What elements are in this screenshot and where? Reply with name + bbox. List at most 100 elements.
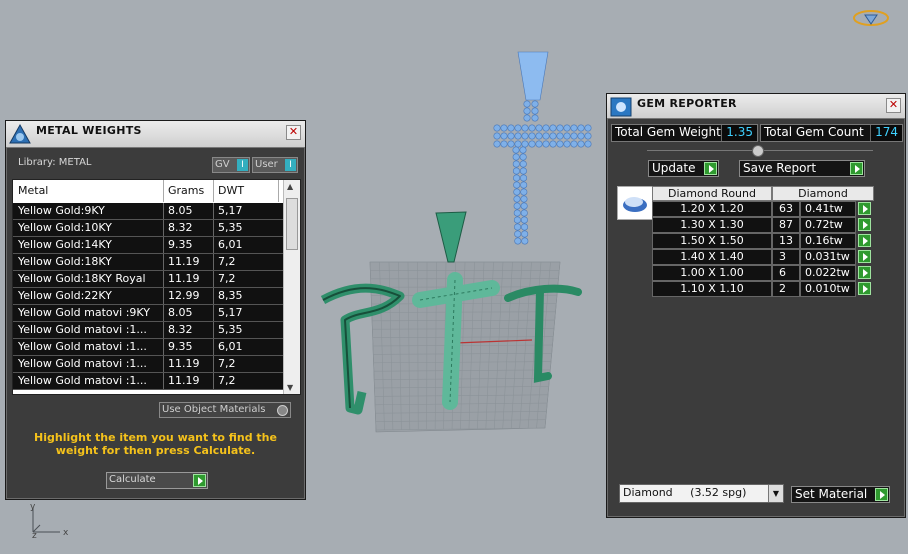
gem-row-select-button[interactable] — [856, 201, 874, 217]
axis-label-z: z — [32, 531, 37, 541]
scroll-thumb[interactable] — [286, 198, 298, 250]
use-object-materials-option[interactable]: Use Object Materials — [159, 402, 291, 418]
user-toggle-knob: I — [285, 159, 296, 171]
grams-cell: 12.99 — [168, 289, 200, 302]
total-gem-weight-value: 1.35 — [721, 125, 757, 141]
scroll-down-icon[interactable]: ▼ — [287, 383, 293, 392]
dwt-cell: 8,35 — [218, 289, 243, 302]
metal-name-cell: Yellow Gold matovi :1... — [18, 323, 147, 336]
calculate-button[interactable]: Calculate — [106, 472, 208, 489]
gem-row-select-button[interactable] — [856, 233, 874, 249]
update-button[interactable]: Update — [648, 160, 719, 177]
gem-table-row[interactable]: 1.50 X 1.50 13 0.16tw — [652, 233, 874, 249]
metal-close-button[interactable]: ✕ — [286, 125, 301, 140]
play-arrow-icon — [858, 218, 871, 231]
gem-table-row[interactable]: 1.30 X 1.30 87 0.72tw — [652, 217, 874, 233]
col-header-metal[interactable]: Metal — [18, 184, 48, 197]
grams-cell: 8.32 — [168, 323, 193, 336]
calculate-label: Calculate — [109, 474, 156, 485]
play-arrow-icon — [858, 202, 871, 215]
gem-weight-cell: 0.41tw — [800, 201, 856, 217]
metal-name-cell: Yellow Gold matovi :1... — [18, 357, 147, 370]
gem-row-select-button[interactable] — [856, 217, 874, 233]
play-arrow-icon — [858, 282, 871, 295]
gem-weight-cell: 0.010tw — [800, 281, 856, 297]
gem-col-material: Diamond — [772, 186, 874, 201]
diamond-round-thumbnail — [617, 186, 653, 220]
play-arrow-icon — [875, 488, 888, 501]
play-arrow-icon — [858, 250, 871, 263]
metal-table-row[interactable]: Yellow Gold:9KY 8.05 5,17 — [13, 203, 283, 220]
gem-table-row[interactable]: 1.00 X 1.00 6 0.022tw — [652, 265, 874, 281]
play-arrow-icon — [858, 266, 871, 279]
metal-table-row[interactable]: Yellow Gold:18KY 11.19 7,2 — [13, 254, 283, 271]
metal-weights-table[interactable]: Metal Grams DWT Yellow Gold:9KY 8.05 5,17 Y… — [12, 179, 301, 395]
dwt-cell: 5,17 — [218, 204, 243, 217]
play-arrow-icon — [850, 162, 863, 175]
grams-cell: 8.32 — [168, 221, 193, 234]
library-label: Library: METAL — [18, 157, 92, 168]
gem-close-button[interactable]: ✕ — [886, 98, 901, 113]
gem-table-row[interactable]: 1.20 X 1.20 63 0.41tw — [652, 201, 874, 217]
metal-table-row[interactable]: Yellow Gold:18KY Royal 11.19 7,2 — [13, 271, 283, 288]
calculate-hint: Highlight the item you want to find the … — [34, 431, 277, 457]
grams-cell: 9.35 — [168, 238, 193, 251]
set-material-button[interactable]: Set Material — [791, 486, 890, 503]
metal-table-row[interactable]: Yellow Gold matovi :1... 11.19 7,2 — [13, 356, 283, 373]
gem-size-cell: 1.30 X 1.30 — [652, 217, 772, 233]
gem-panel-header[interactable]: GEM REPORTER ✕ — [607, 94, 905, 119]
divider-knob-icon[interactable] — [752, 145, 764, 157]
metal-table-row[interactable]: Yellow Gold:14KY 9.35 6,01 — [13, 237, 283, 254]
grams-cell: 11.19 — [168, 272, 200, 285]
metal-table-row[interactable]: Yellow Gold matovi :1... 11.19 7,2 — [13, 373, 283, 390]
metal-table-row[interactable]: Yellow Gold:10KY 8.32 5,35 — [13, 220, 283, 237]
dwt-cell: 7,2 — [218, 374, 236, 387]
gem-size-cell: 1.50 X 1.50 — [652, 233, 772, 249]
gem-count-cell: 6 — [772, 265, 800, 281]
metal-panel-title: METAL WEIGHTS — [36, 124, 142, 137]
gem-row-select-button[interactable] — [856, 249, 874, 265]
scroll-up-icon[interactable]: ▲ — [287, 182, 293, 191]
dwt-cell: 7,2 — [218, 255, 236, 268]
gem-reporter-panel: GEM REPORTER ✕ Total Gem Weight 1.35 Tot… — [606, 93, 906, 518]
dwt-cell: 7,2 — [218, 357, 236, 370]
play-arrow-icon — [704, 162, 717, 175]
total-gem-count-box: Total Gem Count 174 — [760, 124, 903, 142]
gem-count-cell: 87 — [772, 217, 800, 233]
metal-weights-panel: METAL WEIGHTS ✕ Library: METAL GV I User I… — [5, 120, 306, 500]
col-header-grams[interactable]: Grams — [168, 184, 204, 197]
metal-table-row[interactable]: Yellow Gold matovi :9KY 8.05 5,17 — [13, 305, 283, 322]
axis-indicator — [32, 508, 60, 533]
save-report-button[interactable]: Save Report — [739, 160, 865, 177]
metal-table-row[interactable]: Yellow Gold matovi :1... 8.32 5,35 — [13, 322, 283, 339]
metal-name-cell: Yellow Gold matovi :9KY — [18, 306, 150, 319]
material-select[interactable]: Diamond (3.52 spg) ▼ — [619, 484, 784, 503]
gem-row-select-button[interactable] — [856, 265, 874, 281]
axis-label-y: y — [30, 502, 36, 512]
metal-table-scrollbar[interactable]: ▲ ▼ — [283, 180, 300, 394]
metal-panel-header[interactable]: METAL WEIGHTS ✕ — [6, 121, 305, 148]
diamond-gizmo-icon[interactable] — [852, 8, 890, 28]
metal-logo-icon — [9, 123, 31, 144]
gem-size-cell: 1.00 X 1.00 — [652, 265, 772, 281]
user-toggle[interactable]: User I — [252, 157, 298, 173]
set-material-label: Set Material — [795, 487, 868, 501]
gem-table-row[interactable]: 1.40 X 1.40 3 0.031tw — [652, 249, 874, 265]
dwt-cell: 5,35 — [218, 221, 243, 234]
gem-count-cell: 13 — [772, 233, 800, 249]
material-select-value: Diamond (3.52 spg) — [623, 486, 747, 499]
use-object-materials-radio[interactable] — [277, 405, 288, 416]
gv-toggle[interactable]: GV I — [212, 157, 250, 173]
dropdown-arrow-icon[interactable]: ▼ — [768, 485, 783, 502]
gem-table-row[interactable]: 1.10 X 1.10 2 0.010tw — [652, 281, 874, 297]
col-header-dwt[interactable]: DWT — [218, 184, 244, 197]
gem-logo-icon — [610, 97, 632, 117]
total-gem-count-label: Total Gem Count — [764, 125, 864, 139]
metal-table-header: Metal Grams DWT — [13, 180, 283, 202]
gem-row-select-button[interactable] — [856, 281, 874, 297]
metal-table-row[interactable]: Yellow Gold matovi :1... 9.35 6,01 — [13, 339, 283, 356]
gv-toggle-knob: I — [237, 159, 248, 171]
metal-name-cell: Yellow Gold:9KY — [18, 204, 105, 217]
gem-panel-title: GEM REPORTER — [637, 97, 737, 110]
metal-table-row[interactable]: Yellow Gold:22KY 12.99 8,35 — [13, 288, 283, 305]
